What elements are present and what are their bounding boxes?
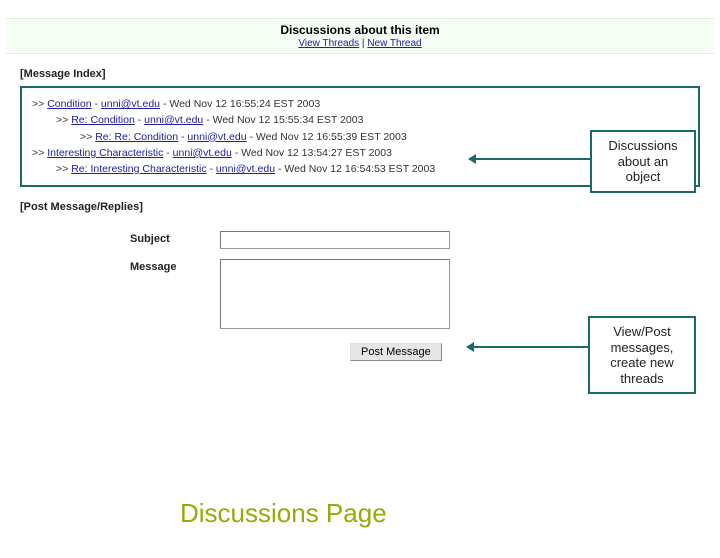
thread-prefix: >> <box>56 163 71 175</box>
thread-subject-link[interactable]: Interesting Characteristic <box>47 147 163 159</box>
post-message-button[interactable]: Post Message <box>350 343 442 361</box>
thread-date: Wed Nov 12 13:54:27 EST 2003 <box>241 147 392 159</box>
callout-discussions: Discussions about an object <box>590 130 696 193</box>
thread-row: >> Re: Condition - unni@vt.edu - Wed Nov… <box>32 112 688 128</box>
thread-subject-link[interactable]: Re: Re: Condition <box>95 131 178 143</box>
thread-subject-link[interactable]: Condition <box>47 98 91 110</box>
header-links: View Threads | New Thread <box>6 38 714 49</box>
page-title: Discussions Page <box>180 498 387 529</box>
post-replies-label: [Post Message/Replies] <box>20 201 720 213</box>
thread-date: Wed Nov 12 16:55:39 EST 2003 <box>256 131 407 143</box>
thread-date: Wed Nov 12 15:55:34 EST 2003 <box>213 114 364 126</box>
subject-input[interactable] <box>220 231 450 249</box>
thread-row: >> Condition - unni@vt.edu - Wed Nov 12 … <box>32 96 688 112</box>
arrow-icon <box>468 346 588 348</box>
arrow-icon <box>470 158 590 160</box>
callout-viewpost: View/Post messages, create new threads <box>588 316 696 394</box>
thread-author-link[interactable]: unni@vt.edu <box>187 131 246 143</box>
thread-prefix: >> <box>32 147 47 159</box>
message-label: Message <box>130 259 220 273</box>
header-title: Discussions about this item <box>6 23 714 37</box>
thread-subject-link[interactable]: Re: Condition <box>71 114 135 126</box>
thread-subject-link[interactable]: Re: Interesting Characteristic <box>71 163 206 175</box>
view-threads-link[interactable]: View Threads <box>298 38 359 49</box>
thread-prefix: >> <box>32 98 47 110</box>
thread-date: Wed Nov 12 16:55:24 EST 2003 <box>169 98 320 110</box>
header-band: Discussions about this item View Threads… <box>6 18 714 54</box>
thread-author-link[interactable]: unni@vt.edu <box>216 163 275 175</box>
thread-author-link[interactable]: unni@vt.edu <box>144 114 203 126</box>
thread-date: Wed Nov 12 16:54:53 EST 2003 <box>284 163 435 175</box>
message-index-label: [Message Index] <box>20 68 720 80</box>
new-thread-link[interactable]: New Thread <box>367 38 421 49</box>
message-textarea[interactable] <box>220 259 450 329</box>
thread-author-link[interactable]: unni@vt.edu <box>173 147 232 159</box>
thread-prefix: >> <box>56 114 71 126</box>
thread-author-link[interactable]: unni@vt.edu <box>101 98 160 110</box>
subject-label: Subject <box>130 231 220 245</box>
thread-prefix: >> <box>80 131 95 143</box>
